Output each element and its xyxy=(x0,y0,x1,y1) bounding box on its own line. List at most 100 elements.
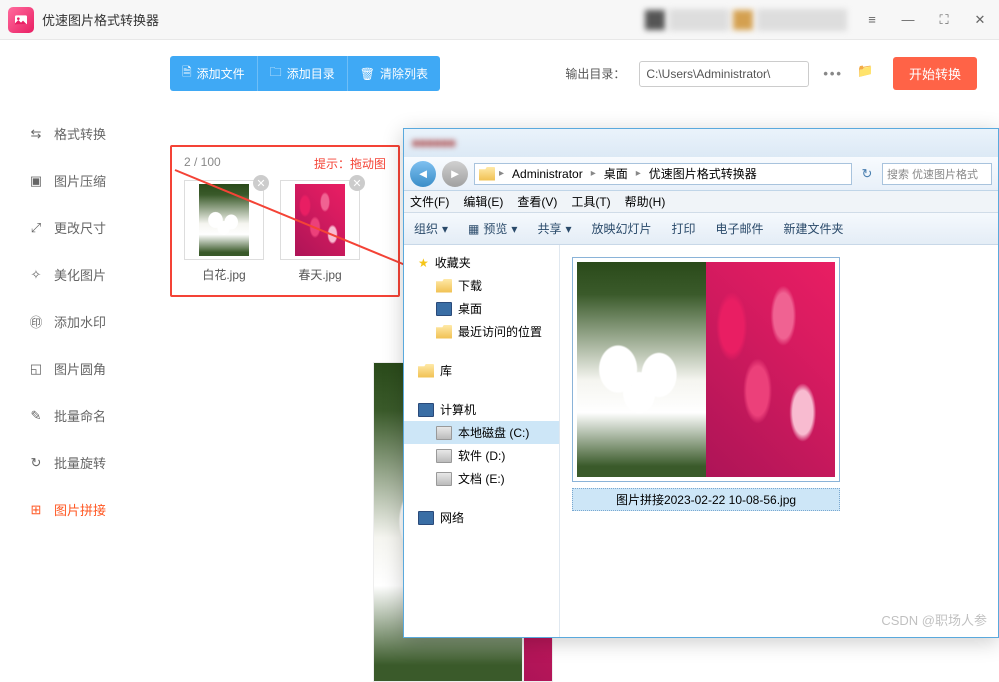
tree-recent[interactable]: 最近访问的位置 xyxy=(404,320,559,343)
sidebar-item-rename[interactable]: ✎批量命名 xyxy=(0,392,148,439)
search-input[interactable]: 搜索 优速图片格式 xyxy=(882,163,992,185)
trash-icon: 🗑 xyxy=(360,67,375,81)
sidebar-item-watermark[interactable]: ㊞添加水印 xyxy=(0,298,148,345)
command-bar: 组织 ▾ ▦ 预览 ▾ 共享 ▾ 放映幻灯片 打印 电子邮件 新建文件夹 xyxy=(404,213,998,245)
menu-help[interactable]: 帮助(H) xyxy=(625,193,666,210)
menu-view[interactable]: 查看(V) xyxy=(517,193,557,210)
add-dir-button[interactable]: 🗀添加目录 xyxy=(258,56,348,91)
thumb-label: 春天.jpg xyxy=(280,266,360,283)
star-icon: ★ xyxy=(418,256,429,270)
menu-icon[interactable]: ≡ xyxy=(861,9,883,31)
remove-thumb-icon[interactable]: ✕ xyxy=(349,175,365,191)
thumb-image xyxy=(295,184,345,256)
refresh-icon[interactable]: ↻ xyxy=(858,163,876,185)
thumb-label: 白花.jpg xyxy=(184,266,264,283)
file-pane: 图片拼接2023-02-22 10-08-56.jpg xyxy=(560,245,998,637)
explorer-nav: ◄ ► ▸ Administrator▸ 桌面▸ 优速图片格式转换器 ↻ 搜索 … xyxy=(404,157,998,191)
app-title: 优速图片格式转换器 xyxy=(42,10,159,29)
convert-icon: ⇆ xyxy=(28,126,44,142)
open-folder-icon[interactable]: 📁 xyxy=(857,63,879,85)
menu-bar: 文件(F) 编辑(E) 查看(V) 工具(T) 帮助(H) xyxy=(404,191,998,213)
watermark: CSDN @职场人参 xyxy=(881,610,987,629)
drag-hint: 提示：拖动图 xyxy=(314,155,386,172)
sidebar-item-rotate[interactable]: ↻批量旋转 xyxy=(0,439,148,486)
folder-icon xyxy=(436,279,452,293)
tree-pane: ★收藏夹 下载 桌面 最近访问的位置 库 计算机 本地磁盘 (C:) 软件 (D… xyxy=(404,245,560,637)
thumb-item[interactable]: ✕ 白花.jpg xyxy=(184,180,264,283)
tree-favorites[interactable]: ★收藏夹 xyxy=(404,251,559,274)
add-file-button[interactable]: 🗎添加文件 xyxy=(170,56,258,91)
start-convert-button[interactable]: 开始转换 xyxy=(893,57,977,90)
sidebar-item-stitch[interactable]: ⊞图片拼接 xyxy=(0,486,148,533)
tree-drive-c[interactable]: 本地磁盘 (C:) xyxy=(404,421,559,444)
resize-icon: ⤢ xyxy=(28,220,44,236)
sidebar-item-corners[interactable]: ◱图片圆角 xyxy=(0,345,148,392)
file-thumb-left xyxy=(577,262,706,477)
drive-icon xyxy=(436,426,452,440)
maximize-icon[interactable]: ⛶ xyxy=(933,9,955,31)
sidebar-item-format[interactable]: ⇆格式转换 xyxy=(0,110,148,157)
tree-library[interactable]: 库 xyxy=(404,359,559,382)
compress-icon: ▣ xyxy=(28,173,44,189)
browse-button[interactable]: ••• xyxy=(823,66,843,81)
cmd-print[interactable]: 打印 xyxy=(672,220,696,237)
folder-icon xyxy=(479,167,495,181)
output-label: 输出目录： xyxy=(565,65,625,82)
nav-back-icon[interactable]: ◄ xyxy=(410,161,436,187)
drive-icon xyxy=(436,449,452,463)
tree-desktop[interactable]: 桌面 xyxy=(404,297,559,320)
tree-network[interactable]: 网络 xyxy=(404,506,559,529)
tree-drive-d[interactable]: 软件 (D:) xyxy=(404,444,559,467)
corners-icon: ◱ xyxy=(28,361,44,377)
file-icon: 🗎 xyxy=(182,63,192,84)
cmd-newfolder[interactable]: 新建文件夹 xyxy=(784,220,844,237)
image-list-panel: 2 / 100 提示：拖动图 ✕ 白花.jpg ✕ 春天.jpg xyxy=(170,145,400,297)
nav-forward-icon[interactable]: ► xyxy=(442,161,468,187)
watermark-icon: ㊞ xyxy=(28,314,44,330)
cmd-preview[interactable]: ▦ 预览 ▾ xyxy=(468,220,517,237)
thumb-item[interactable]: ✕ 春天.jpg xyxy=(280,180,360,283)
drive-icon xyxy=(436,472,452,486)
network-icon xyxy=(418,511,434,525)
output-path-input[interactable] xyxy=(639,61,809,87)
menu-tools[interactable]: 工具(T) xyxy=(571,193,610,210)
menu-edit[interactable]: 编辑(E) xyxy=(463,193,503,210)
remove-thumb-icon[interactable]: ✕ xyxy=(253,175,269,191)
window-controls: ≡ — ⛶ ✕ xyxy=(861,9,991,31)
file-item[interactable]: 图片拼接2023-02-22 10-08-56.jpg xyxy=(572,257,840,511)
computer-icon xyxy=(418,403,434,417)
tree-computer[interactable]: 计算机 xyxy=(404,398,559,421)
folder-icon: 🗀 xyxy=(270,63,282,84)
sidebar-item-beautify[interactable]: ✧美化图片 xyxy=(0,251,148,298)
cmd-slideshow[interactable]: 放映幻灯片 xyxy=(591,220,651,237)
cmd-email[interactable]: 电子邮件 xyxy=(716,220,764,237)
app-titlebar: 优速图片格式转换器 ≡ — ⛶ ✕ xyxy=(0,0,999,40)
minimize-icon[interactable]: — xyxy=(897,9,919,31)
file-thumb-right xyxy=(706,262,835,477)
app-logo xyxy=(8,7,34,33)
sidebar-item-compress[interactable]: ▣图片压缩 xyxy=(0,157,148,204)
stitch-icon: ⊞ xyxy=(28,502,44,518)
desktop-icon xyxy=(436,302,452,316)
thumb-image xyxy=(199,184,249,256)
tree-drive-e[interactable]: 文档 (E:) xyxy=(404,467,559,490)
tree-downloads[interactable]: 下载 xyxy=(404,274,559,297)
cmd-share[interactable]: 共享 ▾ xyxy=(537,220,571,237)
sidebar: ⇆格式转换 ▣图片压缩 ⤢更改尺寸 ✧美化图片 ㊞添加水印 ◱图片圆角 ✎批量命… xyxy=(0,40,148,637)
image-count: 2 / 100 xyxy=(184,155,221,172)
library-icon xyxy=(418,364,434,378)
rotate-icon: ↻ xyxy=(28,455,44,471)
file-name[interactable]: 图片拼接2023-02-22 10-08-56.jpg xyxy=(572,488,840,511)
toolbar: 🗎添加文件 🗀添加目录 🗑清除列表 输出目录： ••• 📁 开始转换 xyxy=(148,40,999,107)
breadcrumb[interactable]: ▸ Administrator▸ 桌面▸ 优速图片格式转换器 xyxy=(474,163,852,185)
menu-file[interactable]: 文件(F) xyxy=(410,193,449,210)
cmd-organize[interactable]: 组织 ▾ xyxy=(414,220,448,237)
explorer-window[interactable]: ■■■■■■ ◄ ► ▸ Administrator▸ 桌面▸ 优速图片格式转换… xyxy=(403,128,999,638)
folder-icon xyxy=(436,325,452,339)
rename-icon: ✎ xyxy=(28,408,44,424)
sidebar-item-resize[interactable]: ⤢更改尺寸 xyxy=(0,204,148,251)
close-icon[interactable]: ✕ xyxy=(969,9,991,31)
user-area-blurred xyxy=(645,9,847,31)
clear-list-button[interactable]: 🗑清除列表 xyxy=(348,56,440,91)
explorer-titlebar: ■■■■■■ xyxy=(404,129,998,157)
